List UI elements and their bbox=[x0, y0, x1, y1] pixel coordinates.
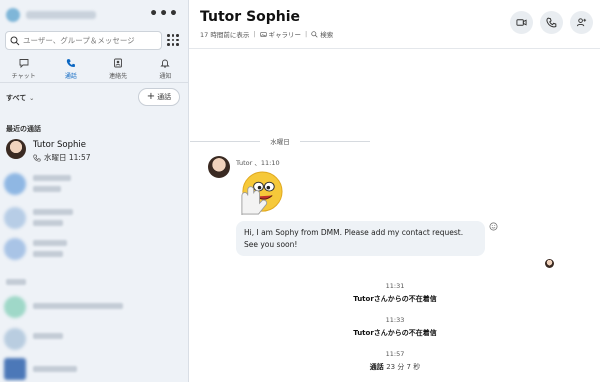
header-subtitle: 17 時間前に表示 | ギャラリー | 検索 bbox=[200, 29, 333, 39]
blurred-text bbox=[33, 240, 67, 246]
message-sender-meta: Tutor 、11:10 bbox=[236, 159, 280, 167]
day-divider: 水曜日 bbox=[190, 136, 370, 146]
message-bubble[interactable]: Hi, I am Sophy from DMM. Please add my c… bbox=[236, 221, 485, 256]
add-person-icon bbox=[576, 18, 587, 27]
tab-chat-label: チャット bbox=[11, 72, 36, 80]
call-time: 11:31 bbox=[385, 282, 405, 290]
tab-notifications[interactable]: 通知 bbox=[142, 55, 188, 82]
blurred-text bbox=[33, 303, 123, 309]
blurred-text bbox=[33, 186, 61, 192]
call-detail-text: 水曜日 11:57 bbox=[44, 153, 91, 162]
search-icon bbox=[10, 36, 20, 45]
call-event: 通話 23 分 7 秒 bbox=[295, 362, 495, 372]
incoming-call-icon bbox=[33, 153, 41, 161]
missed-call-text: Tutorさんからの不在着信 bbox=[353, 295, 437, 303]
separator: | bbox=[305, 30, 308, 38]
phone-icon bbox=[66, 58, 75, 67]
profile-avatar[interactable] bbox=[6, 8, 20, 22]
blurred-text bbox=[33, 209, 73, 215]
blurred-text bbox=[33, 333, 63, 339]
contact-call-detail: 水曜日 11:57 bbox=[33, 152, 91, 163]
call-duration: 23 分 7 秒 bbox=[386, 363, 421, 371]
page-title[interactable]: Tutor Sophie bbox=[200, 9, 300, 25]
filter-label: すべて bbox=[6, 94, 27, 102]
avatar bbox=[4, 358, 26, 380]
smiley-reaction-icon[interactable] bbox=[489, 222, 498, 231]
contacts-icon bbox=[114, 58, 123, 67]
nav-tabs: チャット 通話 連絡先 通知 bbox=[0, 55, 188, 83]
recent-call-item[interactable] bbox=[0, 135, 188, 167]
gallery-link[interactable]: ギャラリー bbox=[269, 29, 302, 39]
call-time: 11:57 bbox=[385, 350, 405, 358]
search-icon bbox=[311, 30, 318, 38]
tab-calls-label: 通話 bbox=[64, 72, 77, 80]
phone-icon bbox=[546, 17, 557, 28]
day-divider-label: 水曜日 bbox=[270, 138, 290, 146]
recent-calls-heading: 最近の通話 bbox=[6, 125, 41, 133]
avatar bbox=[6, 139, 26, 159]
chevron-down-icon: ⌄ bbox=[29, 94, 35, 102]
last-seen-text: 17 時間前に表示 bbox=[200, 31, 250, 39]
avatar bbox=[4, 207, 26, 229]
bell-icon bbox=[160, 59, 170, 68]
call-label: 通話 bbox=[369, 363, 384, 371]
search-input[interactable] bbox=[23, 36, 161, 45]
missed-call-text: Tutorさんからの不在着信 bbox=[353, 329, 437, 337]
dialpad-icon[interactable] bbox=[166, 33, 180, 47]
blurred-text bbox=[33, 251, 63, 257]
gallery-icon bbox=[259, 31, 267, 37]
plus-icon: + bbox=[146, 91, 156, 102]
video-camera-icon bbox=[516, 19, 527, 26]
tab-notifications-label: 通知 bbox=[159, 72, 172, 80]
waving-face-emoji-icon bbox=[241, 171, 283, 216]
tab-contacts[interactable]: 連絡先 bbox=[95, 55, 142, 82]
filter-dropdown[interactable]: すべて ⌄ bbox=[6, 93, 34, 103]
app-window: ••• チャット 通話 連絡先 通知 bbox=[0, 0, 600, 382]
new-call-button[interactable]: + 通話 bbox=[138, 88, 180, 106]
blurred-text bbox=[33, 220, 63, 226]
tab-contacts-label: 連絡先 bbox=[109, 72, 128, 80]
avatar bbox=[4, 173, 26, 195]
tab-chat[interactable]: チャット bbox=[0, 55, 47, 82]
avatar bbox=[4, 296, 26, 318]
contact-name: Tutor Sophie bbox=[33, 140, 86, 150]
avatar bbox=[4, 238, 26, 260]
tab-calls[interactable]: 通話 bbox=[47, 55, 94, 82]
conversation-header: Tutor Sophie 17 時間前に表示 | ギャラリー | 検索 bbox=[189, 0, 600, 49]
separator: | bbox=[253, 30, 256, 38]
profile-name bbox=[26, 11, 96, 19]
blurred-text bbox=[6, 279, 26, 285]
blurred-text bbox=[33, 175, 71, 181]
blurred-text bbox=[33, 366, 77, 372]
more-options-button[interactable]: ••• bbox=[149, 6, 179, 22]
call-time: 11:33 bbox=[385, 316, 405, 324]
read-receipt-avatar bbox=[545, 259, 554, 268]
audio-call-button[interactable] bbox=[540, 11, 563, 34]
new-call-label: 通話 bbox=[157, 93, 172, 101]
avatar bbox=[4, 328, 26, 350]
add-people-button[interactable] bbox=[570, 11, 593, 34]
chat-icon bbox=[19, 58, 29, 68]
search-link[interactable]: 検索 bbox=[320, 29, 333, 39]
search-box[interactable] bbox=[5, 31, 162, 50]
video-call-button[interactable] bbox=[510, 11, 533, 34]
sidebar: ••• チャット 通話 連絡先 通知 bbox=[0, 0, 189, 382]
avatar[interactable] bbox=[208, 156, 230, 178]
